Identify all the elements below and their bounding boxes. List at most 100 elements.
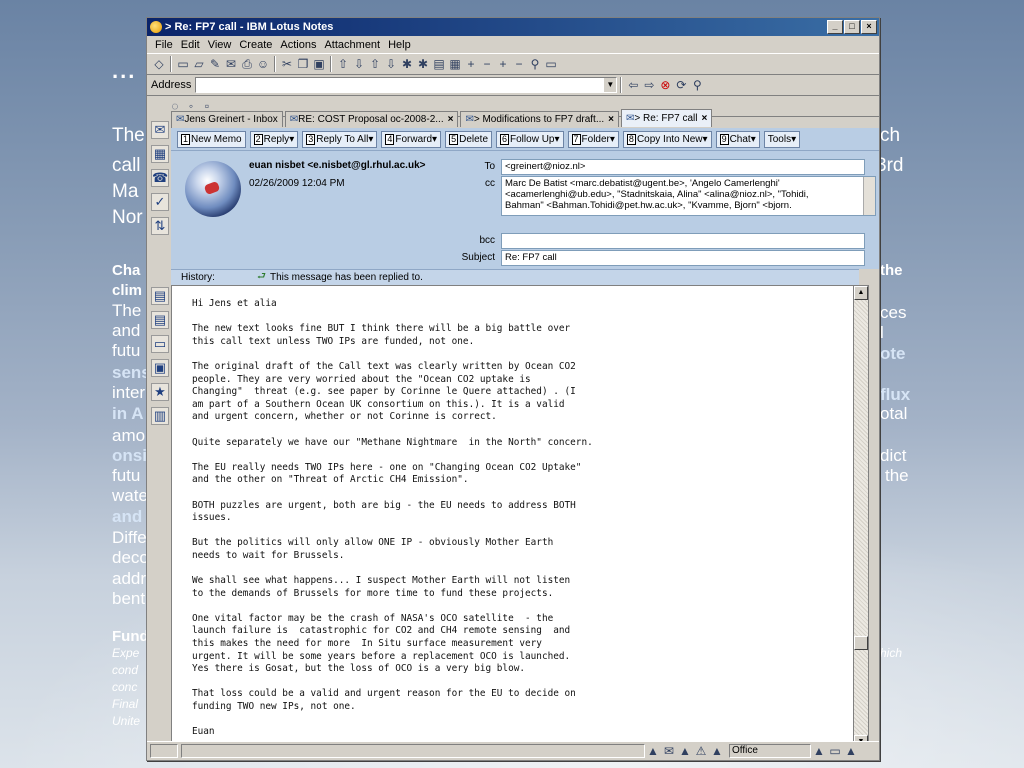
print-icon[interactable]: ⎙	[240, 57, 254, 71]
folder-bookmark-icon[interactable]: ▭	[151, 335, 169, 353]
status-up3-icon[interactable]: ▲	[710, 744, 724, 758]
expand-icon[interactable]: +	[464, 57, 478, 71]
cut-icon[interactable]: ✂	[280, 57, 294, 71]
message-body[interactable]: Hi Jens et alia The new text looks fine …	[171, 285, 855, 748]
to-field[interactable]: <greinert@nioz.nl>	[501, 159, 865, 175]
tab-3[interactable]: ✉ > Re: FP7 call ×	[621, 109, 713, 127]
search-binoculars-icon[interactable]: ⚲	[528, 57, 542, 71]
action-folder-button[interactable]: 7 Folder ▾	[567, 130, 619, 148]
database2-bookmark-icon[interactable]: ▤	[151, 311, 169, 329]
location-office[interactable]: Office	[729, 744, 811, 758]
close-button[interactable]: ×	[861, 20, 877, 34]
action-copy-into-new-button[interactable]: 8 Copy Into New ▾	[622, 130, 712, 148]
people-icon[interactable]: ☺	[256, 57, 270, 71]
status-mail-icon[interactable]: ✉	[662, 744, 676, 758]
action-delete-button[interactable]: 5 Delete	[445, 130, 492, 148]
unread-prev-icon[interactable]: ✱	[400, 57, 414, 71]
forward-icon[interactable]: ⇨	[642, 78, 656, 92]
replication-bookmark-icon[interactable]: ⇅	[151, 217, 169, 235]
search-icon[interactable]: ⚲	[690, 78, 704, 92]
status-bar: ▲ ✉ ▲ ⚠ ▲ Office ▲ ▭ ▲	[147, 741, 879, 760]
dropdown-icon: ▾	[702, 133, 708, 145]
action-label: Copy Into New	[636, 133, 703, 145]
nav-down-icon[interactable]: ⇩	[352, 57, 366, 71]
mail-bookmark-icon[interactable]: ✉	[151, 121, 169, 139]
copy-icon[interactable]: ❐	[296, 57, 310, 71]
prev-icon[interactable]: ⇧	[368, 57, 382, 71]
refresh-icon[interactable]: ⟳	[674, 78, 688, 92]
favorites-bookmark-icon[interactable]: ★	[151, 383, 169, 401]
paste-icon[interactable]: ▣	[312, 57, 326, 71]
bcc-field[interactable]	[501, 233, 865, 249]
new-icon[interactable]: ▭	[176, 57, 190, 71]
location-up-icon[interactable]: ▲	[812, 744, 826, 758]
action-follow-up-button[interactable]: 6 Follow Up ▾	[496, 130, 564, 148]
maximize-button[interactable]: □	[844, 20, 860, 34]
mail-icon[interactable]: ✉	[224, 57, 238, 71]
sender-name[interactable]: euan nisbet <e.nisbet@gl.rhul.ac.uk>	[249, 160, 425, 171]
inbox-up-icon[interactable]: ▲	[844, 744, 858, 758]
status-warning-icon[interactable]: ⚠	[694, 744, 708, 758]
calendar-bookmark-icon[interactable]: ▦	[151, 145, 169, 163]
tab-close-icon[interactable]: ×	[702, 113, 708, 124]
collapse-all-icon[interactable]: −	[512, 57, 526, 71]
cc-scrollbar[interactable]	[863, 177, 875, 215]
nav-up-icon[interactable]: ⇧	[336, 57, 350, 71]
todo-bookmark-icon[interactable]: ✓	[151, 193, 169, 211]
action-tools-button[interactable]: Tools ▾	[763, 130, 801, 148]
menu-edit[interactable]: Edit	[177, 39, 204, 51]
accelerator-key: 8	[626, 133, 636, 145]
view-icon[interactable]: ▦	[448, 57, 462, 71]
address-input[interactable]: ▼	[195, 77, 618, 93]
menu-actions[interactable]: Actions	[276, 39, 320, 51]
menu-create[interactable]: Create	[235, 39, 276, 51]
status-up-icon[interactable]: ▲	[646, 744, 660, 758]
slide-text-fragment: Cha	[112, 262, 141, 279]
tab-1[interactable]: ✉ RE: COST Proposal oc-2008-2... ×	[284, 111, 459, 127]
status-up2-icon[interactable]: ▲	[678, 744, 692, 758]
toolbar-home-icon[interactable]: ◇	[152, 57, 166, 71]
subject-field[interactable]: Re: FP7 call	[501, 250, 865, 266]
tab-close-icon[interactable]: ×	[448, 114, 454, 125]
action-new-memo-button[interactable]: 1 New Memo	[177, 130, 246, 148]
dropdown-icon: ▾	[432, 133, 438, 145]
other-bookmark-icon[interactable]: ▥	[151, 407, 169, 425]
body-scrollbar[interactable]: ▲ ▼	[853, 285, 869, 750]
action-forward-button[interactable]: 4 Forward ▾	[381, 130, 442, 148]
scroll-track[interactable]	[854, 300, 868, 735]
action-reply-to-all-button[interactable]: 3 Reply To All ▾	[302, 130, 378, 148]
menu-help[interactable]: Help	[384, 39, 415, 51]
next-icon[interactable]: ⇩	[384, 57, 398, 71]
minimize-button[interactable]: _	[827, 20, 843, 34]
collapse-icon[interactable]: −	[480, 57, 494, 71]
history-bar: History: ⮐ This message has been replied…	[171, 269, 859, 285]
slide-text-fragment: ch	[880, 125, 901, 146]
menu-file[interactable]: File	[151, 39, 177, 51]
save-icon[interactable]: ▭	[544, 57, 558, 71]
contacts-bookmark-icon[interactable]: ☎	[151, 169, 169, 187]
folder-icon[interactable]: ▤	[432, 57, 446, 71]
status-indicator[interactable]	[150, 744, 178, 758]
database-bookmark-icon[interactable]: ▤	[151, 287, 169, 305]
scroll-thumb[interactable]	[854, 636, 868, 650]
stop-icon[interactable]: ⊗	[658, 78, 672, 92]
cc-field[interactable]: Marc De Batist <marc.debatist@ugent.be>,…	[501, 176, 876, 216]
inbox-status-icon[interactable]: ▭	[828, 744, 842, 758]
edit-icon[interactable]: ✎	[208, 57, 222, 71]
tab-0[interactable]: ✉ Jens Greinert - Inbox	[171, 111, 283, 127]
expand-all-icon[interactable]: +	[496, 57, 510, 71]
address-dropdown-icon[interactable]: ▼	[604, 78, 617, 92]
tab-close-icon[interactable]: ×	[608, 114, 614, 125]
tab-2[interactable]: ✉ > Modifications to FP7 draft... ×	[460, 111, 620, 127]
scroll-up-icon[interactable]: ▲	[854, 286, 868, 300]
open-icon[interactable]: ▱	[192, 57, 206, 71]
workspace-bookmark-icon[interactable]: ▣	[151, 359, 169, 377]
menu-view[interactable]: View	[204, 39, 236, 51]
menu-attachment[interactable]: Attachment	[320, 39, 384, 51]
title-bar[interactable]: > Re: FP7 call - IBM Lotus Notes _ □ ×	[147, 18, 879, 36]
action-reply-button[interactable]: 2 Reply ▾	[249, 130, 299, 148]
message-text: Hi Jens et alia The new text looks fine …	[192, 298, 593, 738]
unread-next-icon[interactable]: ✱	[416, 57, 430, 71]
back-icon[interactable]: ⇦	[626, 78, 640, 92]
action-chat-button[interactable]: 9 Chat ▾	[715, 130, 760, 148]
